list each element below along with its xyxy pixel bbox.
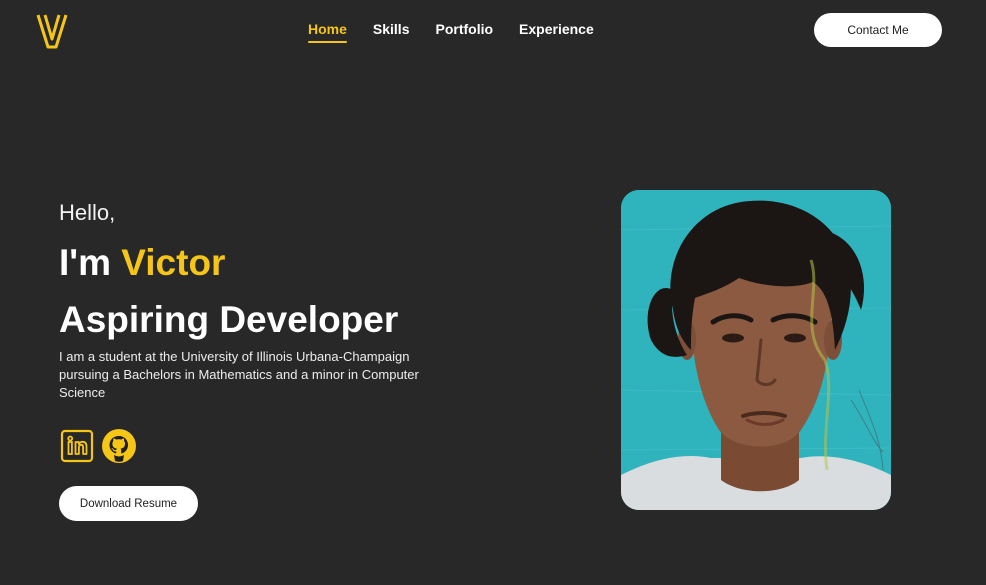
nav-home[interactable]: Home [308,21,347,43]
social-links [59,428,137,464]
contact-me-button[interactable]: Contact Me [814,13,942,47]
github-icon [102,429,136,463]
greeting: Hello, [59,200,116,225]
name-highlight: Victor [121,242,226,283]
hero-name-heading: I'm Victor [59,242,449,284]
github-link[interactable] [101,428,137,464]
profile-portrait-illustration [621,190,891,510]
main-nav: Home Skills Portfolio Experience [308,21,594,43]
linkedin-icon [60,429,94,463]
profile-photo [621,190,891,510]
bio-text: I am a student at the University of Illi… [59,349,419,401]
nav-experience[interactable]: Experience [519,21,594,43]
linkedin-link[interactable] [59,428,95,464]
role-heading: Aspiring Developer [59,298,399,340]
logo-v-icon [36,14,68,49]
name-prefix: I'm [59,242,122,283]
nav-skills[interactable]: Skills [373,21,410,43]
hero-intro: Hello, I'm Victor Aspiring Developer I a… [59,200,449,402]
download-resume-button[interactable]: Download Resume [59,486,198,521]
logo[interactable] [36,13,68,49]
nav-portfolio[interactable]: Portfolio [436,21,494,43]
